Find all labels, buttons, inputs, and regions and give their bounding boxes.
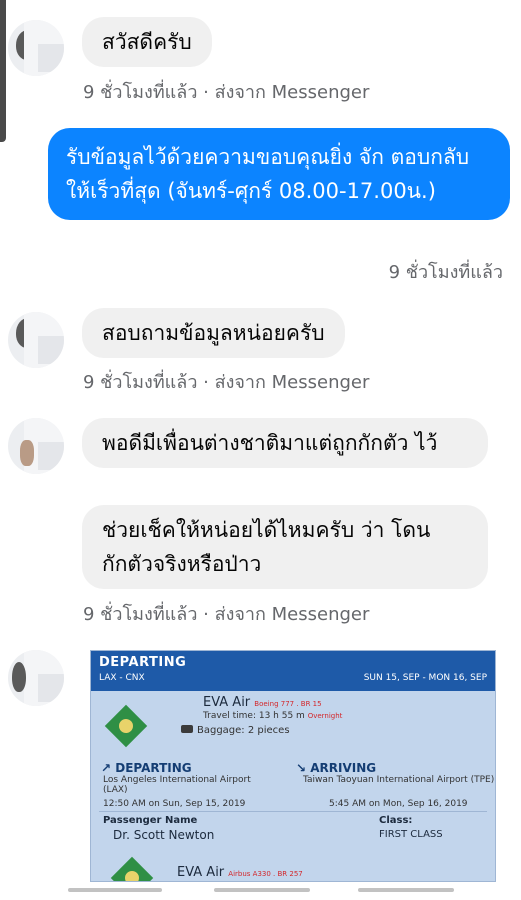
class-label: Class: <box>379 815 413 826</box>
airline-logo-icon <box>110 856 154 881</box>
incoming-message-bubble[interactable]: พอดีมีเพื่อนต่างชาติมาแต่ถูกกักตัว ไว้ <box>82 418 488 468</box>
ticket-route: LAX - CNX <box>99 673 145 683</box>
contact-avatar[interactable] <box>8 650 64 706</box>
home-indicator <box>358 888 454 892</box>
contact-avatar[interactable] <box>8 20 64 76</box>
class-value: FIRST CLASS <box>379 829 443 840</box>
passenger-name: Dr. Scott Newton <box>113 828 215 842</box>
passenger-label: Passenger Name <box>103 815 198 826</box>
ticket-dates: SUN 15, SEP - MON 16, SEP <box>363 673 487 683</box>
arriving-airport: Taiwan Taoyuan International Airport (TP… <box>303 775 495 785</box>
message-meta: 9 ชั่วโมงที่แล้ว · ส่งจาก Messenger <box>83 372 370 393</box>
contact-avatar[interactable] <box>8 312 64 368</box>
arriving-time: 5:45 AM on Mon, Sep 16, 2019 <box>329 799 468 809</box>
travel-time: Travel time: 13 h 55 m Overnight <box>203 711 343 721</box>
flight-ticket-image[interactable]: DEPARTING LAX - CNX SUN 15, SEP - MON 16… <box>90 650 496 882</box>
departing-section-title: ↗ DEPARTING <box>101 761 192 775</box>
aircraft-info: Boeing 777 . BR 15 <box>254 700 322 708</box>
ticket-header-title: DEPARTING <box>99 655 187 670</box>
message-meta: 9 ชั่วโมงที่แล้ว <box>388 262 503 283</box>
baggage-info: Baggage: 2 pieces <box>181 725 290 736</box>
ticket-divider <box>99 811 487 812</box>
baggage-icon <box>181 725 193 733</box>
window-edge-bar <box>0 0 6 142</box>
incoming-message-bubble[interactable]: สวัสดีครับ <box>82 17 212 67</box>
arriving-section-title: ↘ ARRIVING <box>296 761 377 775</box>
departing-airport: Los Angeles International Airport <box>103 775 251 785</box>
outgoing-message-bubble[interactable]: รับข้อมูลไว้ด้วยความขอบคุณยิ่ง จัก ตอบกล… <box>48 128 510 220</box>
incoming-message-bubble[interactable]: ช่วยเช็คให้หน่อยได้ไหมครับ ว่า โดนกักตัว… <box>82 505 488 589</box>
arrow-down-right-icon: ↘ <box>296 761 307 775</box>
ticket-header: DEPARTING LAX - CNX SUN 15, SEP - MON 16… <box>91 651 495 691</box>
departing-code: (LAX) <box>103 785 128 795</box>
home-indicator <box>68 888 162 892</box>
message-meta: 9 ชั่วโมงที่แล้ว · ส่งจาก Messenger <box>83 82 370 103</box>
airline-name: EVA Air Airbus A330 . BR 257 <box>177 865 303 880</box>
arrow-up-right-icon: ↗ <box>101 761 112 775</box>
home-indicator <box>214 888 310 892</box>
message-meta: 9 ชั่วโมงที่แล้ว · ส่งจาก Messenger <box>83 604 370 625</box>
departing-time: 12:50 AM on Sun, Sep 15, 2019 <box>103 799 246 809</box>
airline-logo-icon <box>104 704 148 748</box>
incoming-message-bubble[interactable]: สอบถามข้อมูลหน่อยครับ <box>82 308 345 358</box>
aircraft-info: Airbus A330 . BR 257 <box>228 870 303 878</box>
overnight-label: Overnight <box>307 712 343 720</box>
contact-avatar[interactable] <box>8 418 64 474</box>
airline-name: EVA Air Boeing 777 . BR 15 <box>203 695 322 710</box>
